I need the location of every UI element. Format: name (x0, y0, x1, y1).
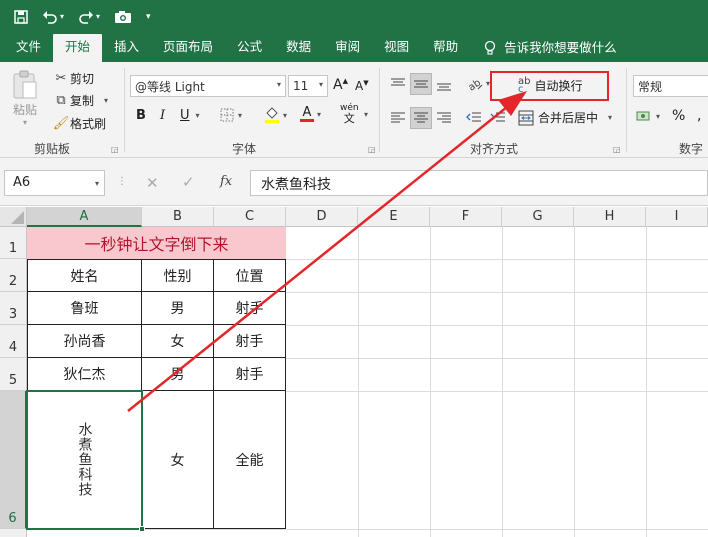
annotation-arrow (127, 91, 527, 412)
annotation-arrow-line (127, 102, 513, 412)
